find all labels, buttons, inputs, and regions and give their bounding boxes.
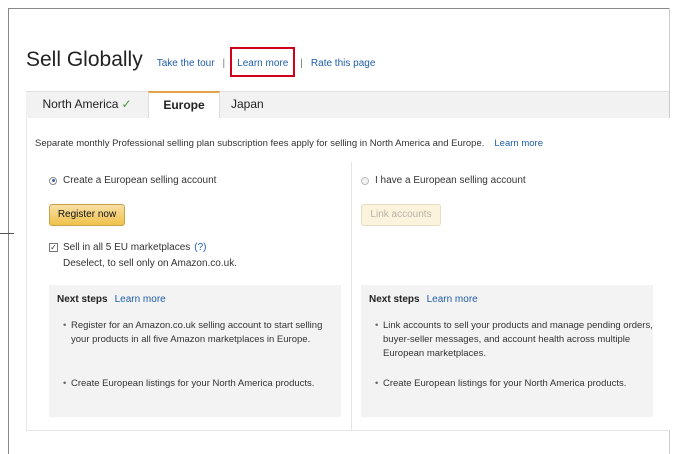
link-account-label: I have a European selling account	[375, 175, 526, 186]
next-steps-heading: Next steps Learn more	[369, 294, 478, 305]
tab-label: Japan	[231, 97, 264, 111]
help-link[interactable]: (?)	[194, 242, 206, 253]
rate-this-page-link[interactable]: Rate this page	[311, 58, 376, 69]
frame-top-edge	[8, 8, 669, 9]
take-the-tour-link[interactable]: Take the tour	[157, 58, 215, 69]
next-steps-register: Next steps Learn more Register for an Ama…	[49, 285, 341, 417]
learn-more-highlight-box: Learn more	[230, 47, 296, 77]
learn-more-link[interactable]: Learn more	[237, 58, 288, 69]
list-item: Link accounts to sell your products and …	[375, 319, 653, 361]
list-item: Create European listings for your North …	[375, 377, 653, 391]
next-steps-title: Next steps	[57, 294, 108, 305]
sell-all-eu-option[interactable]: ✓ Sell in all 5 EU marketplaces (?)	[49, 242, 207, 253]
page-title: Sell Globally	[26, 48, 143, 71]
europe-panel: Separate monthly Professional selling pl…	[26, 118, 670, 431]
tab-japan[interactable]: Japan	[231, 92, 281, 118]
tab-label: Europe	[163, 98, 205, 112]
next-steps-title: Next steps	[369, 294, 420, 305]
tab-north-america[interactable]: North America ✓	[26, 92, 148, 118]
create-account-label: Create a European selling account	[63, 175, 217, 186]
fee-notice: Separate monthly Professional selling pl…	[35, 138, 543, 149]
tab-europe[interactable]: Europe	[148, 91, 220, 119]
next-steps-learn-more-link[interactable]: Learn more	[115, 294, 166, 305]
radio-selected-icon[interactable]	[49, 176, 57, 185]
fee-notice-text: Separate monthly Professional selling pl…	[35, 138, 485, 149]
header-separator: |	[300, 58, 303, 69]
marketplace-tabs: North America ✓ Europe Japan	[26, 91, 669, 119]
column-divider	[351, 162, 352, 430]
tab-label: North America	[42, 97, 119, 111]
register-now-button[interactable]: Register now	[49, 204, 125, 226]
next-steps-heading: Next steps Learn more	[57, 294, 166, 305]
page-header: Sell Globally Take the tour | Learn more…	[26, 47, 376, 78]
list-item: Create European listings for your North …	[63, 377, 341, 391]
link-accounts-button[interactable]: Link accounts	[361, 204, 441, 226]
list-item: Register for an Amazon.co.uk selling acc…	[63, 319, 341, 347]
next-steps-learn-more-link[interactable]: Learn more	[427, 294, 478, 305]
checkbox-checked-icon[interactable]: ✓	[49, 243, 58, 252]
notice-learn-more-link[interactable]: Learn more	[494, 138, 543, 149]
radio-unselected-icon[interactable]	[361, 176, 369, 185]
frame-left-edge	[8, 8, 9, 454]
check-icon: ✓	[121, 97, 132, 111]
create-account-option[interactable]: Create a European selling account	[49, 175, 216, 186]
frame-mark	[0, 233, 14, 234]
header-separator: |	[222, 58, 226, 69]
link-account-option[interactable]: I have a European selling account	[361, 175, 526, 186]
next-steps-link: Next steps Learn more Link accounts to se…	[361, 285, 653, 417]
sell-all-eu-label: Sell in all 5 EU marketplaces	[63, 242, 191, 253]
deselect-hint: Deselect, to sell only on Amazon.co.uk.	[63, 258, 237, 269]
